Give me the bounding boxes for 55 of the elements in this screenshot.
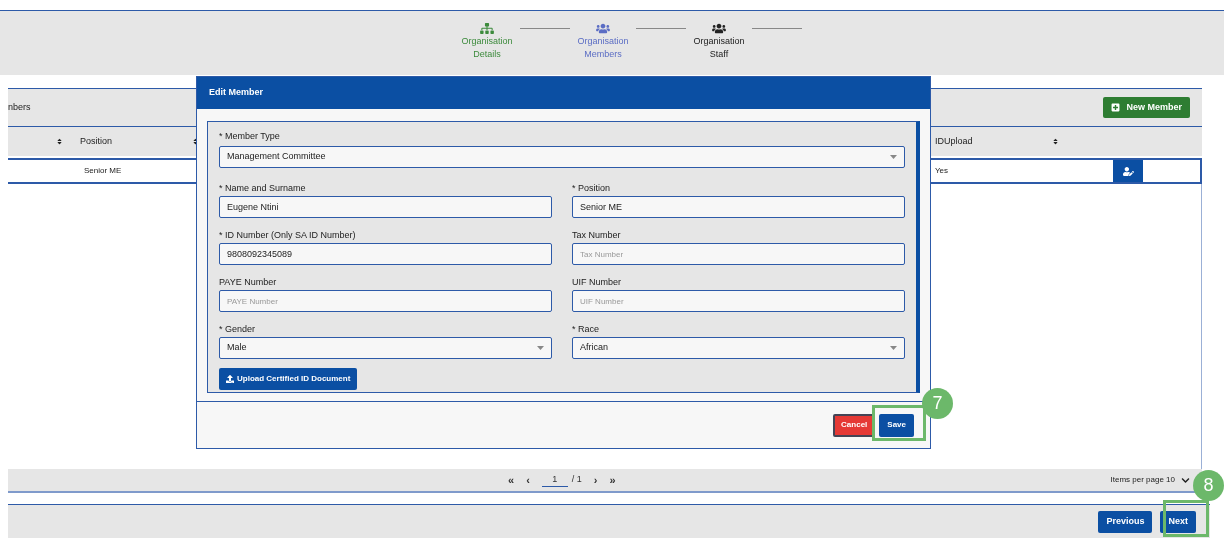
field-label: PAYE Number — [219, 276, 278, 288]
highlight-frame — [1163, 500, 1209, 537]
field-label: * Name and Surname — [219, 182, 307, 194]
table-cell: Senior ME — [84, 165, 122, 177]
input-field[interactable]: 9808092345089 — [219, 243, 552, 265]
last-page-button[interactable]: » — [609, 471, 616, 489]
step-label: Organisation Members — [577, 35, 629, 61]
dropdown-caret-icon — [890, 346, 897, 350]
input-field[interactable]: Eugene Ntini — [219, 196, 552, 218]
field-label: * Gender — [219, 323, 257, 335]
next-button[interactable]: Next — [1160, 510, 1196, 533]
field-label: UIF Number — [572, 276, 622, 288]
step[interactable]: Organisation Staff — [690, 23, 748, 61]
previous-page-button[interactable]: ‹ — [526, 471, 530, 489]
upload-button[interactable]: Upload Certified ID Document — [219, 368, 358, 390]
input-field[interactable]: Senior ME — [572, 196, 905, 218]
step-marker: 8 — [1193, 470, 1224, 501]
input-field[interactable]: PAYE Number — [219, 290, 552, 312]
field-label: * Race — [572, 323, 600, 335]
new-member-button[interactable]: New Member — [1103, 97, 1190, 118]
select-field[interactable]: Management Committee — [219, 146, 905, 168]
panel-title: nbers — [8, 100, 31, 114]
previous-button[interactable]: Previous — [1098, 510, 1153, 533]
hierarchy-icon — [480, 23, 494, 34]
edit-user-button[interactable] — [1113, 160, 1143, 182]
plus-icon — [1111, 103, 1121, 112]
first-page-button[interactable]: « — [508, 471, 515, 489]
page-total: / 1 — [571, 473, 582, 487]
step-label: Organisation Staff — [693, 35, 745, 61]
field-label: Tax Number — [572, 229, 622, 241]
step-marker: 7 — [922, 388, 953, 419]
select-field[interactable]: Male — [219, 337, 552, 359]
select-field[interactable]: African — [572, 337, 905, 359]
field-label: * Position — [572, 182, 612, 194]
field-label: * ID Number (Only SA ID Number) — [219, 229, 357, 241]
save-button[interactable]: Save — [879, 413, 914, 437]
page-input[interactable]: 1 — [541, 472, 568, 488]
table-cell: Yes — [935, 165, 949, 177]
people-icon — [596, 23, 610, 34]
items-per-page[interactable]: Items per page 10 — [1110, 474, 1175, 486]
dropdown-caret-icon — [537, 346, 544, 350]
upload-icon — [226, 375, 234, 383]
next-page-button[interactable]: › — [593, 471, 598, 489]
dialog-title: Edit Member — [209, 86, 263, 100]
chevron-down-icon[interactable] — [1181, 475, 1190, 485]
column-header[interactable]: Position — [80, 134, 113, 149]
step-label: Organisation Details — [461, 35, 513, 61]
people-icon — [712, 23, 726, 34]
column-header[interactable]: IDUpload — [935, 134, 973, 149]
field-label: * Member Type — [219, 130, 281, 142]
input-field[interactable]: Tax Number — [572, 243, 905, 265]
step[interactable]: Organisation Details — [458, 23, 516, 61]
step[interactable]: Organisation Members — [574, 23, 632, 61]
input-field[interactable]: UIF Number — [572, 290, 905, 312]
edit-user-icon — [1122, 166, 1134, 176]
